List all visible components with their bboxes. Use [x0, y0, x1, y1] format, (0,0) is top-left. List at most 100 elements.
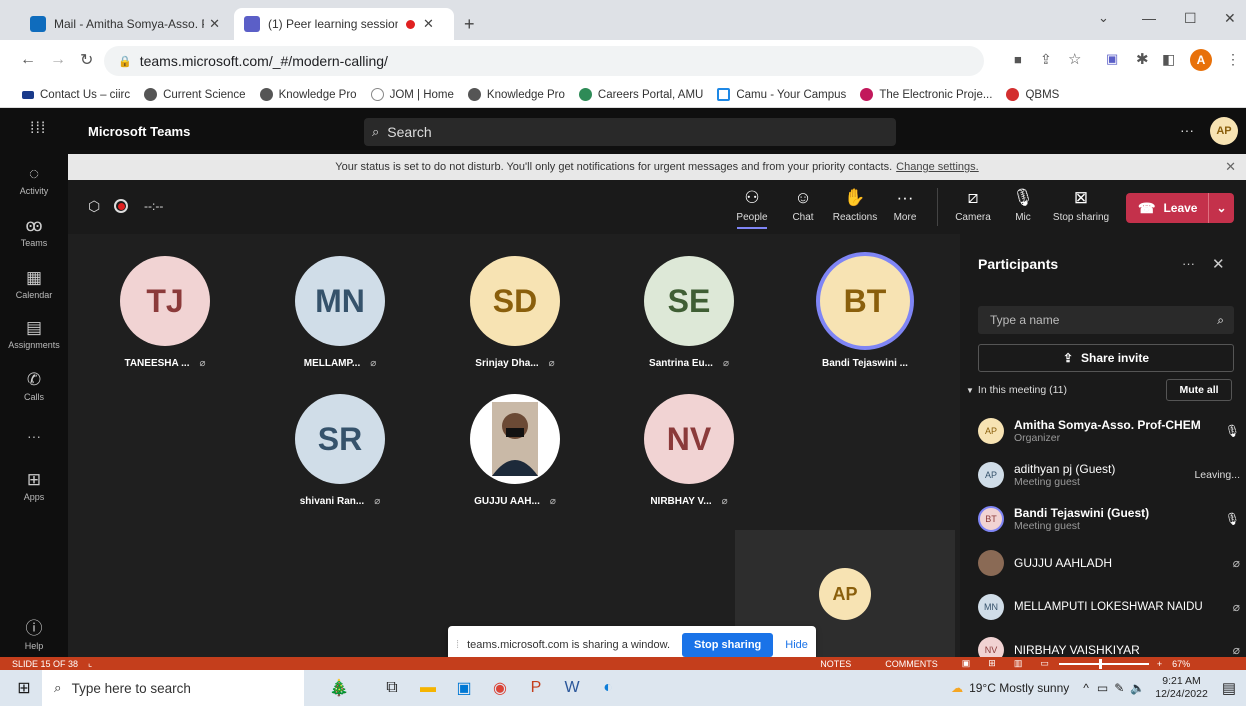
camera-indicator-icon[interactable]: ■: [1014, 52, 1022, 67]
tray-chevron-icon[interactable]: ^: [1083, 681, 1089, 695]
rail-item-teams[interactable]: ꙭ Teams: [0, 216, 68, 248]
more-actions-button[interactable]: ··· More: [880, 188, 930, 223]
windows-start-icon[interactable]: ⊞: [6, 670, 42, 706]
search-input[interactable]: ⌕ Search: [364, 118, 896, 146]
change-settings-link[interactable]: Change settings.: [896, 161, 979, 173]
zoom-level[interactable]: 67%: [1172, 659, 1190, 669]
mic-button[interactable]: 🎙 Mic: [998, 188, 1048, 223]
mute-all-button[interactable]: Mute all: [1166, 379, 1232, 401]
powerpoint-icon[interactable]: P: [518, 670, 554, 706]
rail-item-calls[interactable]: ✆ Calls: [0, 370, 68, 402]
rail-item-apps[interactable]: ⊞ Apps: [0, 470, 68, 502]
people-button[interactable]: ⚇ People: [727, 188, 777, 229]
tab-mail[interactable]: Mail - Amitha Somya-Asso. Prof- ✕: [20, 8, 230, 40]
rail-item-assignments[interactable]: ▤ Assignments: [0, 318, 68, 350]
close-window-button[interactable]: ✕: [1224, 10, 1236, 27]
taskbar-search[interactable]: ⌕ Type here to search: [42, 670, 304, 706]
menu-icon[interactable]: ⋮: [1226, 51, 1240, 68]
reload-icon[interactable]: ↻: [80, 50, 93, 70]
bookmark-item[interactable]: Careers Portal, AMU: [578, 88, 703, 101]
notes-button[interactable]: NOTES: [820, 659, 851, 669]
share-invite-button[interactable]: ⇪ Share invite: [978, 344, 1234, 372]
comments-button[interactable]: COMMENTS: [885, 659, 938, 669]
festive-tree-icon[interactable]: 🎄: [304, 670, 374, 706]
app-launcher-icon[interactable]: ⁞⁞⁞: [30, 120, 46, 138]
address-bar[interactable]: 🔒 teams.microsoft.com/_#/modern-calling/: [104, 46, 984, 76]
clock[interactable]: 9:21 AM 12/24/2022: [1155, 675, 1208, 701]
participant-tile[interactable]: SE Santrina Eu... ⌀: [614, 256, 764, 369]
bookmark-item[interactable]: QBMS: [1006, 88, 1059, 101]
slideshow-icon[interactable]: ▭: [1040, 658, 1049, 669]
chevron-down-icon[interactable]: ⌄: [1208, 193, 1234, 223]
zoom-slider[interactable]: [1058, 658, 1149, 669]
extensions-icon[interactable]: ✱: [1136, 50, 1149, 68]
profile-avatar[interactable]: A: [1190, 49, 1212, 71]
rail-item-calendar[interactable]: ▦ Calendar: [0, 268, 68, 300]
participant-tile[interactable]: MN MELLAMP... ⌀: [265, 256, 415, 369]
participant-tile[interactable]: SD Srinjay Dha... ⌀: [440, 256, 590, 369]
rail-item-activity[interactable]: ◌ Activity: [0, 164, 68, 196]
bookmark-item[interactable]: Knowledge Pro: [467, 88, 565, 101]
pen-icon[interactable]: ✎: [1114, 681, 1124, 695]
participant-tile[interactable]: BT Bandi Tejaswini ...: [790, 252, 940, 369]
notifications-icon[interactable]: ▤: [1222, 679, 1236, 697]
new-tab-button[interactable]: +: [464, 14, 475, 35]
sorter-view-icon[interactable]: ⊞: [988, 658, 996, 669]
bookmark-item[interactable]: Contact Us – ciirc: [22, 89, 130, 101]
participant-row[interactable]: MN MELLAMPUTI LOKESHWAR NAIDU ⌀: [978, 594, 1240, 620]
participant-row[interactable]: AP Amitha Somya-Asso. Prof-CHEM Organizer…: [978, 418, 1240, 444]
word-icon[interactable]: W: [554, 670, 590, 706]
zoom-in-icon[interactable]: +: [1157, 659, 1162, 669]
participant-search-input[interactable]: Type a name ⌕: [978, 306, 1234, 334]
back-icon[interactable]: ←: [20, 51, 36, 69]
forward-icon[interactable]: →: [50, 51, 66, 69]
participant-tile[interactable]: TJ TANEESHA ... ⌀: [90, 256, 240, 369]
normal-view-icon[interactable]: ▣: [962, 658, 971, 669]
share-icon[interactable]: ⇪: [1040, 51, 1052, 68]
user-avatar[interactable]: AP: [1210, 117, 1238, 145]
tab-search-icon[interactable]: ⌄: [1098, 10, 1109, 26]
section-header[interactable]: ▼ In this meeting (11): [966, 384, 1067, 396]
bookmark-item[interactable]: Knowledge Pro: [259, 88, 357, 101]
close-tab-icon[interactable]: ✕: [209, 16, 220, 32]
panel-more-icon[interactable]: ···: [1182, 256, 1195, 271]
maximize-button[interactable]: ☐: [1184, 10, 1197, 27]
camera-button[interactable]: ⧄ Camera: [948, 188, 998, 223]
close-icon[interactable]: ✕: [1212, 255, 1225, 273]
teams-extension-icon[interactable]: ▣: [1106, 51, 1118, 67]
store-icon[interactable]: ▣: [446, 670, 482, 706]
close-tab-icon[interactable]: ✕: [423, 16, 434, 32]
bookmark-item[interactable]: JOM | Home: [370, 88, 454, 101]
file-explorer-icon[interactable]: ▬: [410, 670, 446, 706]
weather-text[interactable]: 19°C Mostly sunny: [969, 681, 1069, 695]
bookmark-item[interactable]: Camu - Your Campus: [717, 88, 846, 101]
minimize-button[interactable]: —: [1142, 10, 1156, 26]
reactions-button[interactable]: ✋ Reactions: [830, 188, 880, 223]
volume-icon[interactable]: 🔈: [1130, 681, 1145, 695]
participant-row[interactable]: BT Bandi Tejaswini (Guest) Meeting guest …: [978, 506, 1240, 532]
task-view-icon[interactable]: ⧉: [374, 670, 410, 706]
drag-handle-icon[interactable]: ⁞: [456, 639, 459, 651]
hide-banner-button[interactable]: Hide: [785, 639, 808, 651]
edge-icon[interactable]: ◐: [590, 670, 626, 706]
participant-tile[interactable]: SR shivani Ran... ⌀: [265, 394, 415, 507]
sidepanel-icon[interactable]: ◧: [1162, 51, 1175, 68]
participant-row[interactable]: AP adithyan pj (Guest) Meeting guest Leav…: [978, 462, 1240, 488]
rail-item-help[interactable]: ⓘ Help: [0, 614, 68, 651]
more-options-icon[interactable]: ···: [1180, 122, 1194, 138]
participant-tile[interactable]: GUJJU AAH... ⌀: [440, 394, 590, 507]
spellcheck-icon[interactable]: ⌞: [88, 658, 92, 669]
leave-button[interactable]: ☎ Leave ⌄: [1126, 193, 1234, 223]
participant-row[interactable]: GUJJU AAHLADH ⌀: [978, 550, 1240, 576]
dismiss-icon[interactable]: ✕: [1225, 159, 1236, 175]
chrome-icon[interactable]: ◉: [482, 670, 518, 706]
network-icon[interactable]: ▭: [1097, 681, 1108, 695]
star-icon[interactable]: ☆: [1068, 50, 1081, 68]
bookmark-item[interactable]: Current Science: [144, 88, 246, 101]
stop-sharing-banner-button[interactable]: Stop sharing: [682, 633, 774, 657]
participant-tile[interactable]: NV NIRBHAY V... ⌀: [614, 394, 764, 507]
tab-teams[interactable]: (1) Peer learning session by ✕: [234, 8, 454, 40]
bookmark-item[interactable]: The Electronic Proje...: [860, 88, 992, 101]
chat-button[interactable]: ☺ Chat: [778, 188, 828, 223]
stop-sharing-button[interactable]: ⊠ Stop sharing: [1048, 188, 1114, 223]
